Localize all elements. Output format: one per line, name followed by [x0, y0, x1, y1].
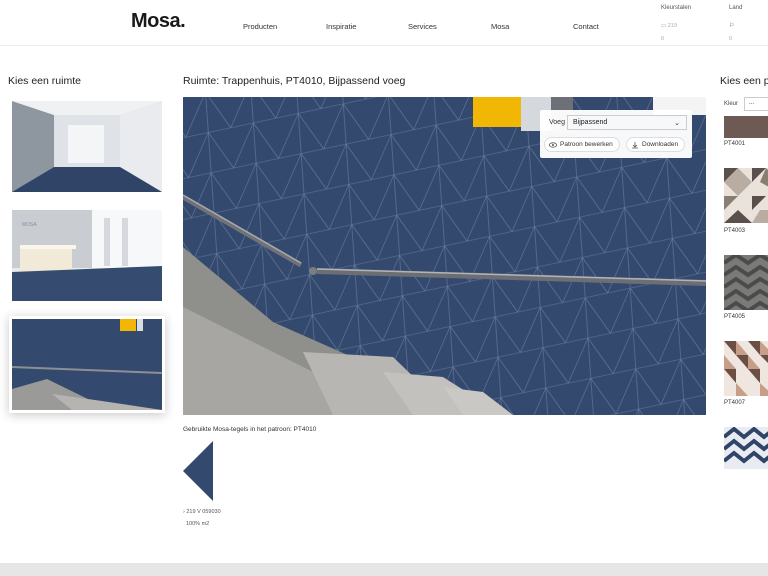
samples-count: 0: [661, 36, 665, 42]
pattern-code-pt4001: PT4001: [724, 141, 746, 147]
pattern-code-pt4005: PT4005: [724, 314, 746, 320]
download-icon: [632, 142, 638, 149]
kleur-label: Kleur: [724, 101, 739, 107]
country-label[interactable]: Land: [729, 5, 742, 11]
voeg-select[interactable]: Bijpassend ⌄: [567, 115, 687, 130]
download-label: Downloaden: [642, 141, 679, 148]
header: Mosa. Producten Inspiratie Services Mosa…: [0, 0, 768, 46]
corridor-image: [12, 101, 162, 192]
voeg-label: Voeg: [549, 119, 565, 126]
main-title: Ruimte: Trappenhuis, PT4010, Bijpassend …: [183, 75, 406, 87]
pattern-swatch-pt4001[interactable]: [724, 116, 768, 138]
right-column-title: Kies een p: [720, 75, 768, 87]
pattern-swatch-pt4003[interactable]: [724, 168, 768, 223]
pattern-controls-panel: Voeg Bijpassend ⌄ Patroon bewerken Downl…: [540, 110, 692, 158]
left-column-title: Kies een ruimte: [8, 75, 81, 87]
mosa-logo[interactable]: Mosa.: [131, 10, 186, 33]
nav-mosa[interactable]: Mosa: [491, 22, 509, 31]
pattern-swatch-pt4005[interactable]: [724, 255, 768, 310]
staircase-thumb-image: [12, 319, 162, 410]
download-button[interactable]: Downloaden: [626, 137, 686, 152]
chevron-down-icon: ⌄: [674, 120, 680, 127]
voeg-value: Bijpassend: [573, 119, 608, 126]
country-value: 0: [729, 36, 733, 42]
pattern-swatch-5[interactable]: [724, 427, 768, 469]
tile-coverage: 100% m2: [186, 521, 210, 527]
samples-icon[interactable]: ▭ 219: [661, 23, 677, 29]
tile-spec-text: 219 V 059030: [186, 509, 221, 515]
room-thumb-gang[interactable]: [12, 101, 162, 192]
footer-bar: [0, 563, 768, 576]
pattern-chevron-image: [724, 427, 768, 469]
nav-producten[interactable]: Producten: [243, 22, 277, 31]
used-tiles-label: Gebruikte Mosa-tegels in het patroon: PT…: [183, 426, 317, 433]
room-thumb-receptie[interactable]: MOSA: [12, 210, 162, 301]
edit-pattern-label: Patroon bewerken: [560, 141, 613, 148]
pattern-pt4005-image: [724, 255, 768, 310]
pattern-code-pt4003: PT4003: [724, 228, 746, 234]
eye-icon: [549, 142, 557, 148]
samples-label[interactable]: Kleurstalen: [661, 5, 691, 11]
pattern-code-pt4007: PT4007: [724, 400, 746, 406]
nav-inspiratie[interactable]: Inspiratie: [326, 22, 356, 31]
kleur-value: ...: [749, 100, 755, 106]
nav-contact[interactable]: Contact: [573, 22, 599, 31]
reception-image: MOSA: [12, 210, 162, 301]
nav-services[interactable]: Services: [408, 22, 437, 31]
room-thumb-trappenhuis[interactable]: [9, 316, 165, 413]
tile-sample-triangle[interactable]: [183, 441, 213, 501]
flag-icon[interactable]: ⚐: [729, 22, 734, 29]
pattern-pt4007-image: [724, 341, 768, 396]
edit-pattern-button[interactable]: Patroon bewerken: [544, 137, 620, 152]
pattern-pt4003-image: [724, 168, 768, 223]
tile-spec: › 219 V 059030: [183, 509, 221, 515]
pattern-swatch-pt4007[interactable]: [724, 341, 768, 396]
kleur-select[interactable]: ...: [744, 97, 768, 111]
svg-text:MOSA: MOSA: [22, 222, 37, 228]
